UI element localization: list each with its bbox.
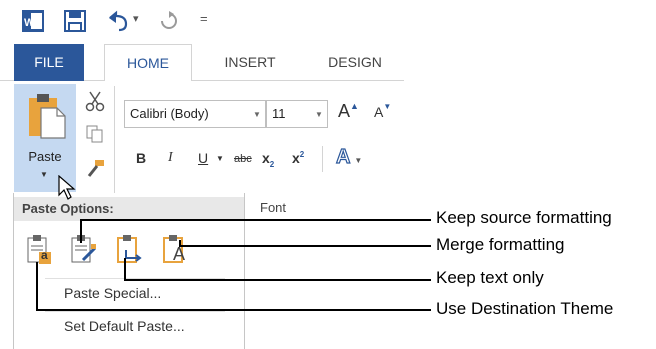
tab-file[interactable]: FILE [14,44,84,81]
customize-qat-icon[interactable]: = [200,11,208,26]
grow-font-button[interactable]: A▲ [338,101,359,122]
undo-icon[interactable] [106,10,128,32]
format-painter-icon[interactable] [85,158,107,180]
strikethrough-button[interactable]: abc [234,153,252,165]
callout-line-merge-b [179,240,181,247]
callout-line-keep-source-b [80,219,82,243]
use-destination-theme-glyph: A [173,244,186,264]
keep-source-formatting-icon[interactable]: a [27,234,51,264]
font-family-dropdown[interactable]: Calibri (Body) ▼ [124,100,266,128]
superscript-button[interactable]: x2 [292,150,304,166]
subscript-label: x [262,150,270,166]
keep-source-formatting-glyph: a [41,248,48,262]
set-default-paste-item[interactable]: Set Default Paste... [64,318,185,334]
underline-button[interactable]: U [198,150,208,166]
callout-keep-source-formatting: Keep source formatting [436,208,612,227]
subscript-button[interactable]: x2 [262,150,275,169]
shrink-font-button[interactable]: A▼ [374,102,391,120]
paste-dropdown-icon[interactable]: ▼ [40,170,48,179]
ribbon-separator [114,86,115,194]
redo-icon[interactable] [158,10,180,32]
tab-design[interactable]: DESIGN [310,44,400,80]
callout-use-destination-theme: Use Destination Theme [436,299,614,318]
grow-font-icon: A [338,101,351,121]
font-size-dropdown-icon: ▼ [315,110,323,119]
text-effects-button[interactable]: A ▼ [335,145,363,169]
callout-line-theme-a [37,309,431,311]
undo-dropdown-icon[interactable]: ▾ [133,12,139,25]
callout-line-keep-source-a [81,219,431,221]
font-group-label: Font [260,200,287,215]
save-icon[interactable] [64,10,86,32]
use-destination-theme-icon[interactable]: A [163,234,187,264]
tab-home[interactable]: HOME [104,44,192,82]
font-size-dropdown[interactable]: 11 ▼ [266,100,328,128]
ribbon-tabs: FILE HOME INSERT DESIGN [0,44,404,82]
superscript-label: x [292,150,300,166]
mouse-cursor-icon [58,174,78,201]
callout-line-text-only-a [125,279,431,281]
shrink-font-icon: A [374,104,384,120]
copy-icon[interactable] [85,124,105,144]
paste-options-title: Paste Options: [22,201,114,216]
callout-line-merge-a [180,245,431,247]
word-app-icon[interactable]: W [22,10,44,32]
callout-line-text-only-b [124,258,126,281]
paste-special-item[interactable]: Paste Special... [64,285,161,301]
tab-insert[interactable]: INSERT [210,44,290,80]
underline-dropdown-icon[interactable]: ▼ [216,154,224,163]
font-family-value: Calibri (Body) [130,106,209,121]
paste-label: Paste [28,149,62,164]
font-size-value: 11 [272,106,286,121]
svg-text:W: W [24,17,35,29]
callout-merge-formatting: Merge formatting [436,235,565,254]
keep-text-only-icon[interactable] [117,234,142,264]
paste-clipboard-icon [27,92,67,140]
bold-button[interactable]: B [136,150,146,166]
text-effects-icon: A [335,145,351,168]
italic-button[interactable]: I [168,150,173,166]
text-effects-dropdown-icon: ▼ [354,156,363,165]
callout-keep-text-only: Keep text only [436,268,544,287]
font-family-dropdown-icon: ▼ [253,110,261,119]
merge-formatting-icon[interactable] [71,234,97,264]
font-row-separator [322,146,323,172]
quick-access-toolbar: W ▾ = [0,0,404,44]
callout-line-theme-b [36,262,38,311]
subscript-mark: 2 [269,160,275,169]
cut-icon[interactable] [85,90,105,112]
menu-divider [45,311,225,312]
superscript-mark: 2 [299,150,305,159]
paste-options-header: Paste Options: [14,197,244,221]
